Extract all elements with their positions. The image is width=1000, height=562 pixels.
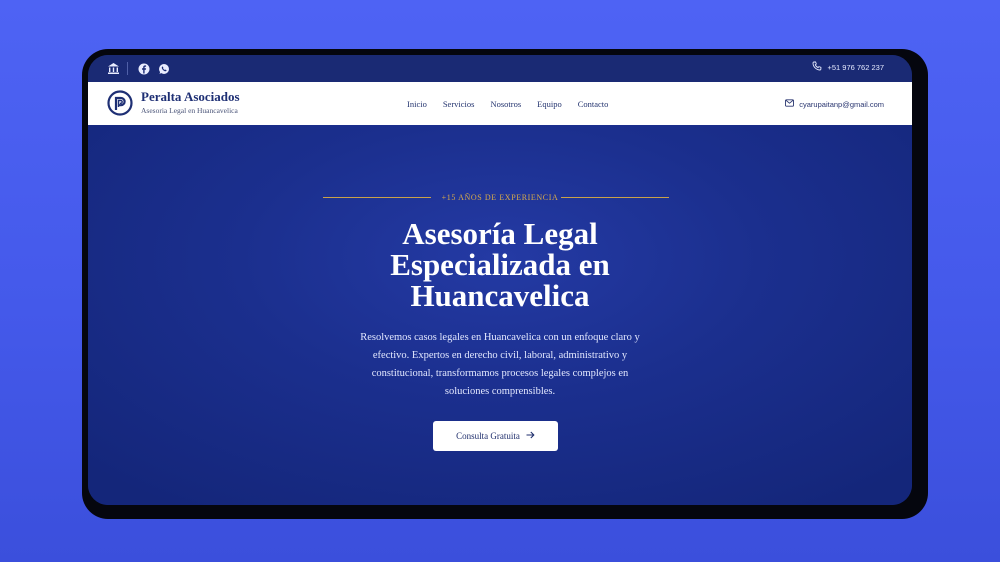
phone-icon [812,61,822,73]
description-line: efectivo. Expertos en derecho civil, lab… [372,350,628,361]
top-bar: +51 976 762 237 [88,55,912,82]
headline-line: Especializada en [390,247,610,282]
email-address: cyarupaitanp@gmail.com [799,99,884,109]
brand-block[interactable]: Peralta Asociados Asesoria Legal en Huan… [141,90,240,116]
landmark-icon[interactable] [107,62,120,75]
eyebrow-line-right [561,197,669,198]
topbar-divider [127,62,128,75]
brand-name: Peralta Asociados [141,89,240,104]
nav-link-servicios[interactable]: Servicios [443,99,475,109]
nav-link-equipo[interactable]: Equipo [537,99,562,109]
phone-contact[interactable]: +51 976 762 237 [812,61,884,73]
arrow-right-icon [526,431,535,441]
description-line: constitucional, transformamos procesos l… [371,368,629,379]
description-line: soluciones comprensibles. [444,386,556,397]
nav-link-inicio[interactable]: Inicio [407,99,427,109]
brand-logo-icon[interactable] [107,90,133,116]
email-contact[interactable]: cyarupaitanp@gmail.com [785,99,884,109]
browser-viewport: +51 976 762 237 Peralta Asociados Asesor… [88,55,912,505]
headline-line: Huancavelica [410,278,590,313]
nav-link-contacto[interactable]: Contacto [578,99,609,109]
experience-eyebrow: +15 AÑOS DE EXPERIENCIA [441,193,559,202]
hero-description: Resolvemos casos legales en Huancavelica… [325,329,675,401]
brand-tagline: Asesoria Legal en Huancavelica [141,106,238,115]
description-line: Resolvemos casos legales en Huancavelica… [360,332,640,343]
whatsapp-icon[interactable] [158,62,171,75]
nav-link-nosotros[interactable]: Nosotros [490,99,521,109]
hero-headline: Asesoría Legal Especializada en Huancave… [88,218,912,311]
phone-number: +51 976 762 237 [827,62,884,72]
main-navbar: Peralta Asociados Asesoria Legal en Huan… [88,82,912,126]
nav-links: Inicio Servicios Nosotros Equipo Contact… [407,99,608,109]
consulta-gratuita-button[interactable]: Consulta Gratuita [433,421,558,451]
facebook-icon[interactable] [138,62,151,75]
headline-line: Asesoría Legal [402,216,598,251]
cta-label: Consulta Gratuita [456,431,520,441]
mail-icon [785,99,795,109]
hero-section: +15 AÑOS DE EXPERIENCIA Asesoría Legal E… [88,125,912,505]
